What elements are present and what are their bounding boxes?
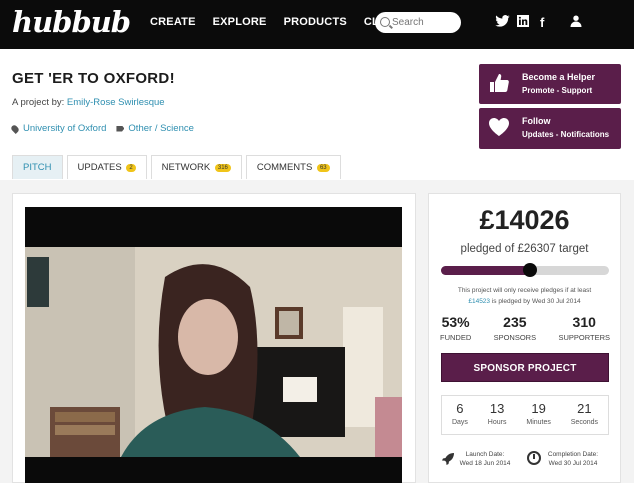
tag-icon — [116, 125, 125, 132]
funding-progress-bar — [441, 263, 609, 277]
author-link[interactable]: Emily-Rose Swirlesque — [67, 97, 165, 108]
completion-date-value: Wed 30 Jul 2014 — [548, 460, 598, 467]
tab-updates-label: UPDATES — [77, 162, 122, 173]
countdown-hours-value: 13 — [489, 401, 505, 416]
note-minimum-amount: £14523 — [468, 298, 491, 305]
become-helper-button[interactable]: Become a Helper Promote - Support — [479, 64, 621, 104]
category-link[interactable]: Other / Science — [128, 123, 193, 134]
location-link[interactable]: University of Oxford — [23, 123, 106, 134]
linkedin-icon[interactable] — [517, 15, 529, 30]
countdown-minutes: 19 Minutes — [526, 401, 551, 434]
progress-fill — [441, 266, 531, 275]
countdown-hours: 13 Hours — [488, 401, 507, 434]
tab-comments[interactable]: COMMENTS 63 — [245, 155, 341, 179]
completion-date-label: Completion Date: — [547, 451, 599, 458]
pledge-target: pledged of £26307 target — [460, 243, 589, 255]
stat-sponsors-value: 235 — [503, 314, 527, 330]
countdown-minutes-label: Minutes — [526, 419, 551, 426]
countdown-seconds-label: Seconds — [570, 419, 599, 426]
project-tabs: PITCH UPDATES 2 NETWORK 316 COMMENTS 63 — [12, 155, 345, 179]
tab-pitch-label: PITCH — [23, 162, 52, 173]
stat-funded: 53% FUNDED — [440, 314, 471, 342]
search-icon — [380, 17, 390, 27]
follow-button[interactable]: Follow Updates - Notifications — [479, 108, 621, 149]
countdown-days-label: Days — [451, 419, 468, 426]
note-line2: is pledged by Wed 30 Jul 2014 — [490, 298, 581, 305]
stat-supporters-value: 310 — [572, 314, 596, 330]
countdown-seconds-value: 21 — [577, 401, 592, 416]
heart-icon — [488, 116, 510, 138]
user-icon[interactable] — [570, 15, 582, 30]
updates-count-badge: 2 — [126, 164, 136, 172]
project-dates: Launch Date: Wed 18 Jun 2014 Completion … — [441, 448, 609, 470]
pitch-video[interactable] — [25, 207, 402, 483]
project-title: GET 'ER TO OXFORD! — [12, 70, 175, 87]
stat-funded-label: FUNDED — [440, 333, 472, 342]
search-input[interactable] — [392, 15, 456, 30]
search-box[interactable] — [375, 12, 461, 33]
countdown-days: 6 Days — [452, 401, 468, 434]
network-count-badge: 316 — [214, 164, 231, 172]
follow-subtitle: Updates - Notifications — [522, 130, 610, 139]
countdown-seconds: 21 Seconds — [571, 401, 598, 434]
helper-subtitle: Promote - Support — [522, 86, 593, 95]
launch-date-label: Launch Date: — [465, 451, 505, 458]
stat-supporters-label: SUPPORTERS — [558, 333, 610, 342]
rocket-icon — [441, 452, 455, 466]
countdown-timer: 6 Days 13 Hours 19 Minutes 21 Seconds — [441, 395, 609, 435]
progress-knob — [523, 263, 538, 277]
clock-icon — [527, 451, 541, 465]
countdown-days-value: 6 — [456, 401, 464, 416]
note-line1: This project will only receive pledges i… — [457, 287, 592, 294]
tab-comments-label: COMMENTS — [256, 162, 313, 173]
funding-stats: 53% FUNDED 235 SPONSORS 310 SUPPORTERS — [440, 314, 610, 342]
follow-title: Follow — [522, 116, 551, 126]
project-byline: A project by: Emily-Rose Swirlesque — [12, 97, 165, 108]
top-navigation-bar: hubbub CREATE EXPLORE PRODUCTS CLIENTS f — [0, 0, 634, 49]
countdown-hours-label: Hours — [487, 419, 507, 426]
thumbs-up-icon — [488, 72, 510, 94]
facebook-icon[interactable]: f — [540, 15, 544, 30]
sponsor-project-button[interactable]: SPONSOR PROJECT — [441, 353, 609, 382]
tab-network-label: NETWORK — [161, 162, 211, 173]
tab-network[interactable]: NETWORK 316 — [150, 155, 242, 179]
countdown-minutes-value: 19 — [531, 401, 546, 416]
launch-date-value: Wed 18 Jun 2014 — [459, 460, 511, 467]
nav-link-products[interactable]: PRODUCTS — [284, 16, 347, 28]
stat-funded-value: 53% — [441, 314, 470, 330]
twitter-icon[interactable] — [495, 15, 510, 30]
hubbub-logo[interactable]: hubbub — [12, 4, 131, 40]
project-meta: University of Oxford Other / Science — [10, 123, 194, 134]
tab-pitch[interactable]: PITCH — [12, 155, 63, 179]
pledge-note: This project will only receive pledges i… — [428, 285, 621, 307]
nav-link-explore[interactable]: EXPLORE — [213, 16, 267, 28]
pledged-amount: £14026 — [479, 205, 570, 235]
helper-title: Become a Helper — [522, 72, 596, 82]
byline-prefix: A project by: — [12, 97, 65, 108]
tab-updates[interactable]: UPDATES 2 — [66, 155, 147, 179]
nav-link-create[interactable]: CREATE — [150, 16, 196, 28]
location-pin-icon — [10, 123, 20, 134]
stat-sponsors-label: SPONSORS — [493, 333, 537, 342]
stat-supporters: 310 SUPPORTERS — [558, 314, 610, 342]
stat-sponsors: 235 SPONSORS — [494, 314, 537, 342]
comments-count-badge: 63 — [316, 164, 330, 172]
